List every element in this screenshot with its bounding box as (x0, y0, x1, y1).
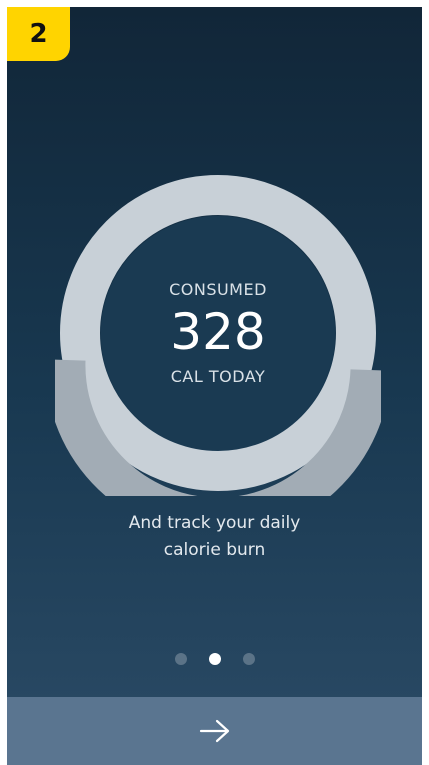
app-frame: 2 CONSUMED 328 CAL TODAY And track your … (0, 0, 429, 765)
calorie-ring: CONSUMED 328 CAL TODAY (55, 170, 381, 496)
next-button[interactable] (7, 697, 422, 765)
cal-today-label: CAL TODAY (170, 367, 266, 386)
step-number-badge: 2 (7, 7, 70, 61)
page-dot-1[interactable] (174, 653, 187, 665)
page-dot-2[interactable] (208, 653, 221, 665)
ring-text: CONSUMED 328 CAL TODAY (55, 170, 381, 496)
arrow-right-icon (199, 719, 229, 743)
step-number: 2 (29, 19, 48, 49)
onboarding-tagline: And track your daily calorie burn (0, 510, 429, 564)
page-indicator (0, 653, 429, 665)
tagline-line-1: And track your daily (128, 513, 301, 533)
calorie-value: 328 (170, 303, 266, 361)
page-dot-3[interactable] (242, 653, 255, 665)
tagline-line-2: calorie burn (163, 540, 266, 560)
consumed-label: CONSUMED (169, 280, 267, 299)
